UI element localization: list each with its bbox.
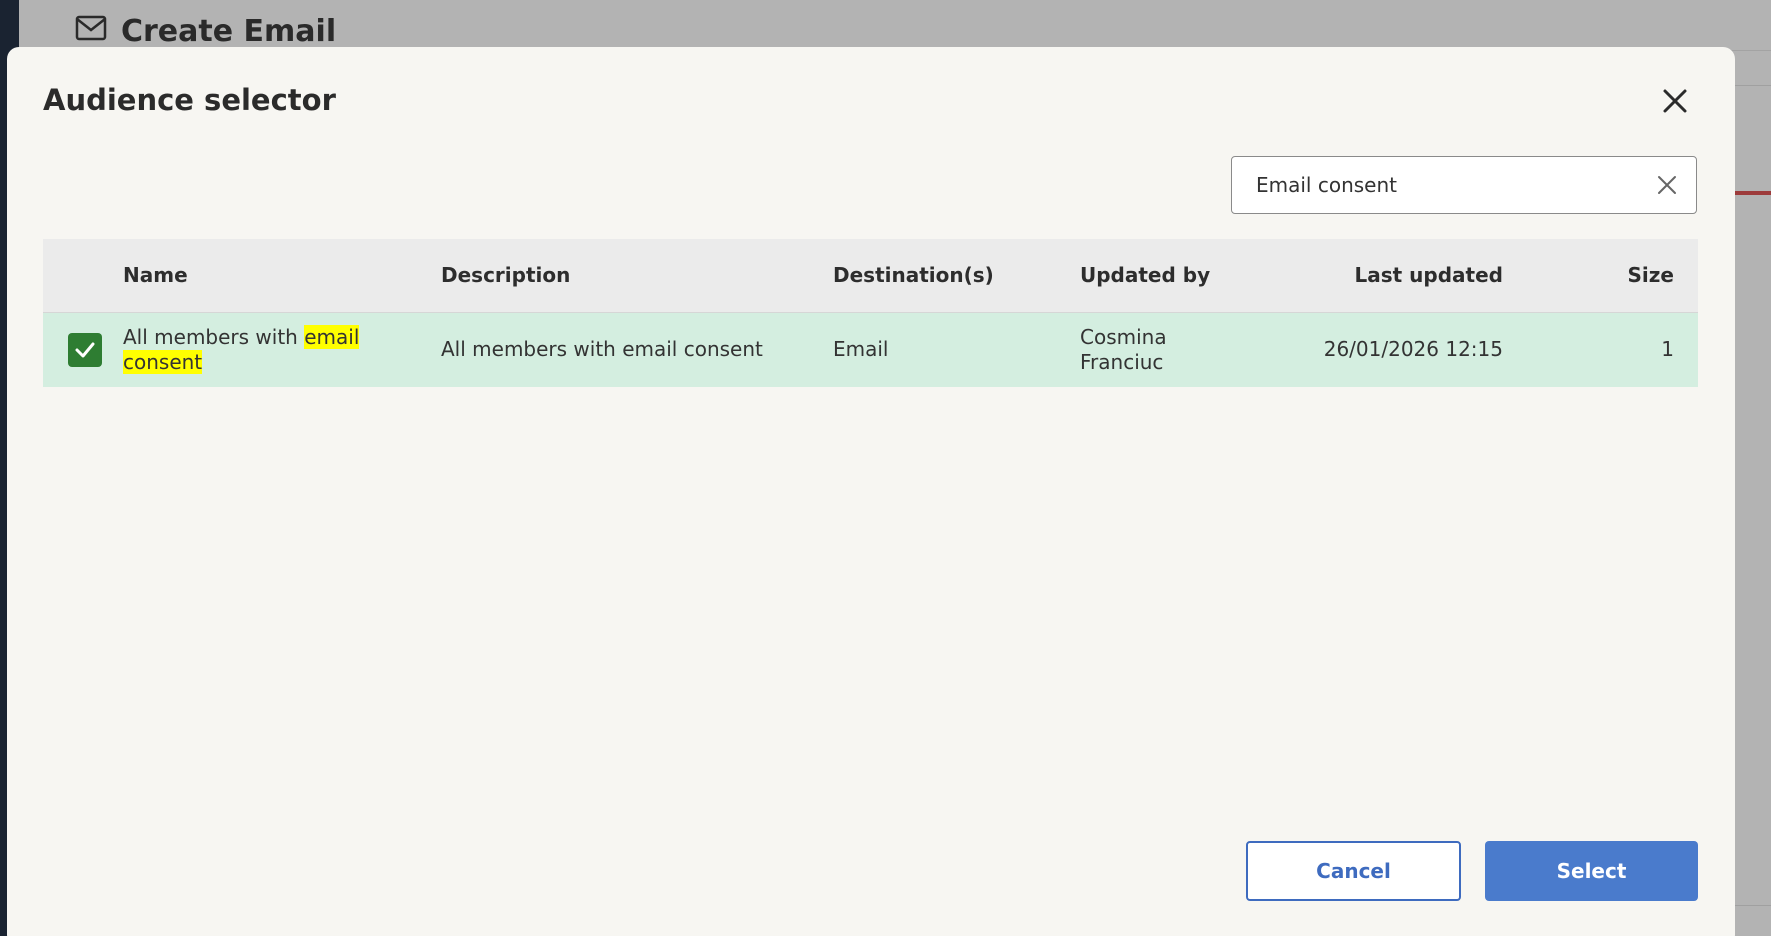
search-input[interactable]	[1256, 157, 1646, 213]
search-highlight: consent	[123, 350, 203, 374]
column-header-name[interactable]: Name	[123, 239, 188, 312]
row-updated-by-first: Cosmina	[1080, 325, 1167, 349]
column-header-size[interactable]: Size	[1628, 239, 1674, 312]
page-title-text: Create Email	[121, 14, 337, 49]
clear-icon	[1658, 176, 1676, 194]
row-description: All members with email consent	[441, 337, 763, 361]
audience-table: Name Description Destination(s) Updated …	[43, 239, 1698, 387]
row-size: 1	[1661, 337, 1674, 361]
column-header-description[interactable]: Description	[441, 239, 570, 312]
page-title: Create Email	[75, 14, 336, 49]
close-icon	[1663, 89, 1687, 113]
checkmark-icon	[75, 342, 95, 358]
column-header-updated-by[interactable]: Updated by	[1080, 239, 1210, 312]
background-panel	[1735, 85, 1771, 667]
clear-search-button[interactable]	[1656, 174, 1678, 196]
modal-title: Audience selector	[43, 83, 336, 117]
table-row[interactable]: All members with email consent All member…	[43, 313, 1698, 387]
background-panel-lower	[1735, 665, 1771, 906]
table-header: Name Description Destination(s) Updated …	[43, 239, 1698, 313]
row-destinations: Email	[833, 337, 889, 361]
column-header-destinations[interactable]: Destination(s)	[833, 239, 994, 312]
column-header-last-updated[interactable]: Last updated	[1355, 239, 1503, 312]
select-button[interactable]: Select	[1485, 841, 1698, 901]
mail-icon	[75, 14, 107, 49]
close-button[interactable]	[1659, 85, 1691, 117]
audience-selector-modal: Audience selector Name Description Desti…	[7, 47, 1735, 936]
row-updated-by-last: Franciuc	[1080, 350, 1164, 374]
row-updated-by: Cosmina Franciuc	[1080, 325, 1167, 375]
row-name: All members with email consent	[123, 325, 423, 375]
app-header: Create Email	[19, 0, 1771, 51]
background-accent-line	[1735, 191, 1771, 195]
row-name-prefix: All members with	[123, 325, 305, 349]
search-box	[1231, 156, 1697, 214]
search-highlight: email	[304, 325, 360, 349]
row-last-updated: 26/01/2026 12:15	[1323, 337, 1503, 361]
cancel-button[interactable]: Cancel	[1246, 841, 1461, 901]
row-checkbox[interactable]	[68, 333, 102, 367]
